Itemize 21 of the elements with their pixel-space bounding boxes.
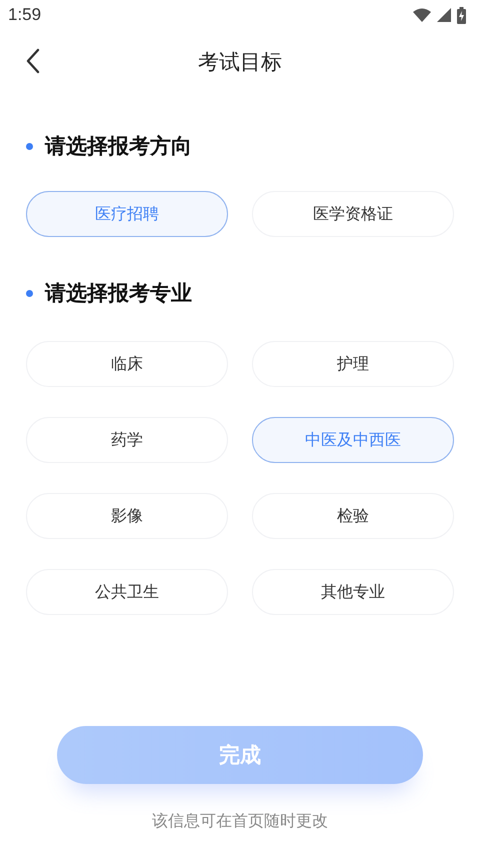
option-chip[interactable]: 医学资格证 [252,191,454,237]
footer-note: 该信息可在首页随时更改 [151,811,329,832]
option-chip[interactable]: 药学 [26,417,228,463]
signal-icon [437,8,451,22]
option-chip[interactable]: 公共卫生 [26,569,228,615]
option-chip[interactable]: 检验 [252,493,454,539]
wifi-icon [413,8,431,22]
bullet-icon [26,290,33,296]
battery-icon [457,6,466,24]
page-title: 考试目标 [198,49,282,76]
bullet-icon [26,142,33,150]
back-icon [25,48,41,74]
option-chip[interactable]: 其他专业 [252,569,454,615]
option-chip[interactable]: 护理 [252,341,454,387]
option-chip[interactable]: 医疗招聘 [26,191,228,237]
status-time: 1:59 [8,5,42,25]
option-chip[interactable]: 中医及中西医 [252,417,454,463]
option-chip[interactable]: 临床 [26,341,228,387]
option-chip[interactable]: 影像 [26,493,228,539]
section-title: 请选择报考方向 [45,133,192,160]
section-title: 请选择报考专业 [45,280,192,307]
